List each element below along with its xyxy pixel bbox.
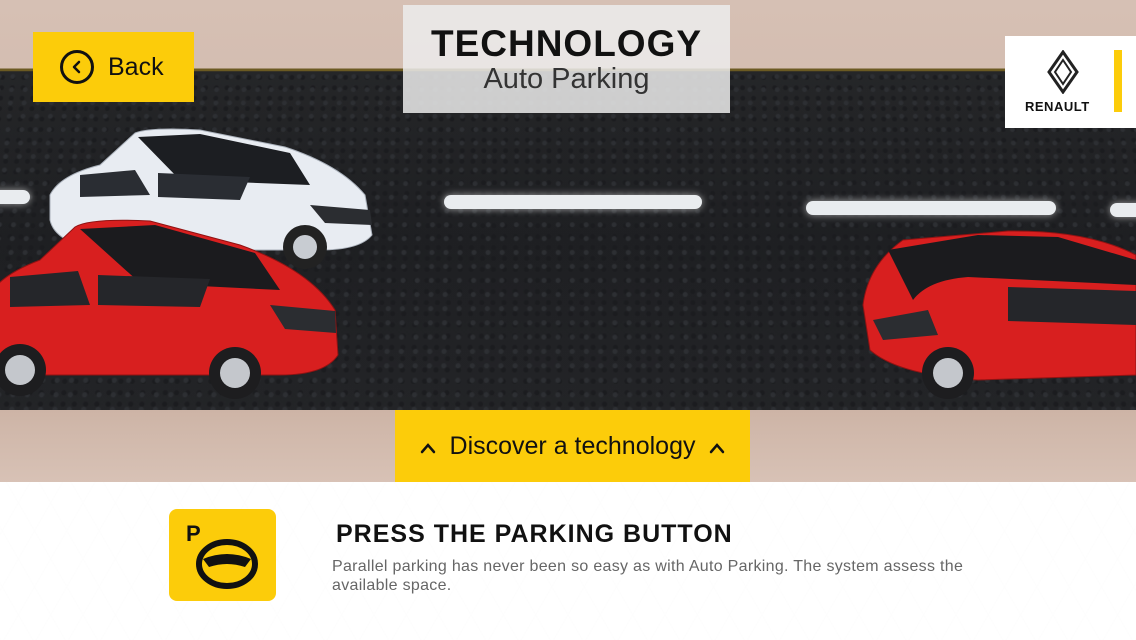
back-button-label: Back bbox=[108, 52, 164, 81]
page-subtitle: Auto Parking bbox=[483, 63, 650, 95]
renault-diamond-icon bbox=[1047, 49, 1079, 99]
panel-heading: PRESS THE PARKING BUTTON bbox=[336, 520, 733, 548]
red-car-right bbox=[858, 225, 1136, 405]
lane-marking bbox=[1110, 203, 1136, 217]
page-title: TECHNOLOGY bbox=[430, 23, 703, 64]
discover-label: Discover a technology bbox=[449, 431, 696, 460]
steering-wheel-icon bbox=[195, 537, 259, 596]
lane-marking bbox=[806, 201, 1056, 215]
lane-marking bbox=[0, 190, 30, 204]
header-title-box: TECHNOLOGY Auto Parking bbox=[403, 5, 730, 113]
parking-button-icon: P bbox=[169, 509, 276, 601]
brand-accent-bar bbox=[1114, 50, 1122, 112]
panel-description: Parallel parking has never been so easy … bbox=[332, 558, 964, 594]
info-panel: P PRESS THE PARKING BUTTON Parallel park… bbox=[0, 482, 1136, 640]
brand-logo: RENAULT bbox=[1005, 36, 1136, 128]
lane-marking bbox=[444, 195, 702, 209]
chevron-up-icon bbox=[420, 437, 436, 460]
back-button[interactable]: Back bbox=[33, 32, 194, 102]
chevron-left-circle-icon bbox=[60, 50, 94, 84]
red-car-left bbox=[0, 215, 350, 400]
chevron-up-icon bbox=[709, 437, 725, 460]
discover-technology-button[interactable]: Discover a technology bbox=[395, 410, 750, 482]
brand-name: RENAULT bbox=[1025, 99, 1090, 114]
